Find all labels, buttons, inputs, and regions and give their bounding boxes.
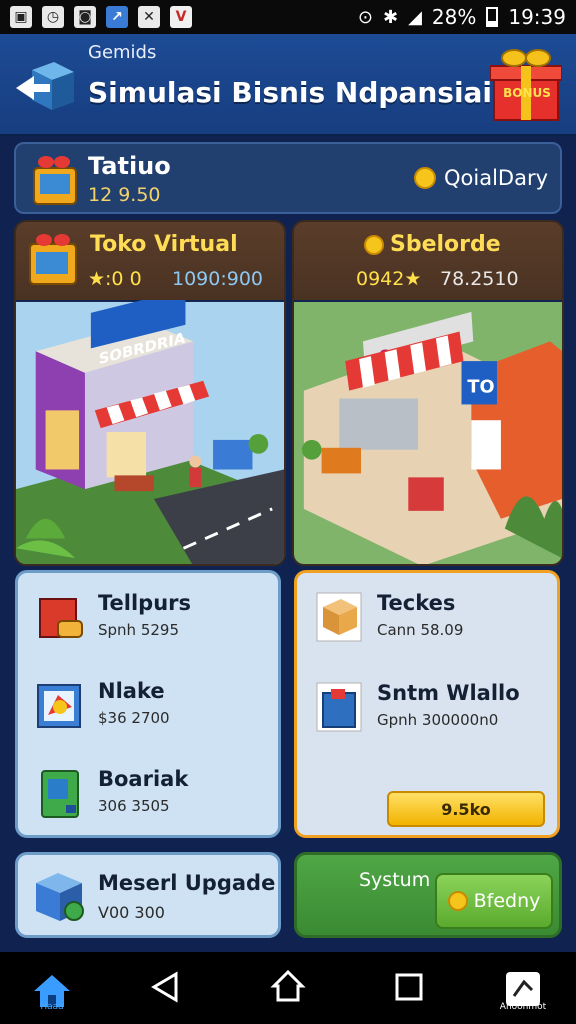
list-item[interactable]: Teckes Cann 58.09 <box>311 587 551 647</box>
status-bar: ▣ ◷ ◙ ↗ ✕ V ⊙ ✱ ◢ 28% 19:39 <box>0 0 576 34</box>
business-summary-panel[interactable]: Tatiuo 12 9.50 QoialDary <box>14 142 562 214</box>
store-stat: 78.2510 <box>440 268 519 290</box>
summary-value: 12 9.50 <box>88 184 161 206</box>
chart-icon: ↗ <box>106 6 128 28</box>
app-header: Gemids Simulasi Bisnis Ndpansiai BONUS <box>0 34 576 136</box>
coin-icon <box>364 234 384 255</box>
items-panel-left: Tellpurs Spnh 5295 Nlake $36 2700 Boaria… <box>15 570 281 838</box>
store-name: Sbelorde <box>390 232 501 257</box>
list-item[interactable]: Nlake $36 2700 <box>32 675 272 735</box>
home-tab-label: Haaa <box>40 1002 64 1012</box>
screenshot-icon: ▣ <box>10 6 32 28</box>
green-machine-icon <box>41 770 79 818</box>
clock-icon: ◷ <box>42 6 64 28</box>
list-item[interactable]: Boariak 306 3505 <box>32 763 272 823</box>
gift-label: BONUS <box>503 86 551 100</box>
v-app-icon: V <box>170 6 192 28</box>
clock-time: 19:39 <box>508 5 566 29</box>
upgrade-value: V00 300 <box>98 903 165 922</box>
alarm-icon: ⊙ <box>357 6 373 28</box>
store-card-sbelorde[interactable]: Sbelorde 0942★ 78.2510 TO OOO <box>292 220 564 566</box>
item-name: Sntm Wlallo <box>377 681 520 705</box>
cardboard-box-icon <box>316 592 362 642</box>
item-price: 306 3505 <box>98 797 170 815</box>
product-card-icon <box>37 684 81 728</box>
recent-apps-icon[interactable] <box>392 970 426 1004</box>
vibrate-icon: ✱ <box>382 6 399 28</box>
item-price: Spnh 5295 <box>98 621 179 639</box>
summary-name: Tatiuo <box>88 152 171 180</box>
summary-right-label: QoialDary <box>443 166 548 190</box>
store-name: Toko Virtual <box>90 232 238 257</box>
app-shortcut-label: Ahoonmot <box>499 1002 547 1012</box>
store-rating: ★:0 0 <box>88 268 142 290</box>
signal-icon: ◢ <box>408 6 422 28</box>
battery-icon <box>486 7 499 27</box>
item-name: Nlake <box>98 679 165 703</box>
items-panel-right: Teckes Cann 58.09 Sntm Wlallo Gpnh 30000… <box>294 570 560 838</box>
item-name: Boariak <box>98 767 189 791</box>
battery-percent: 28% <box>431 5 477 29</box>
home-nav-icon[interactable] <box>270 968 306 1004</box>
page-title: Simulasi Bisnis Ndpansiai <box>88 76 493 109</box>
list-item[interactable]: Sntm Wlallo Gpnh 300000n0 <box>311 677 551 737</box>
store-stat: 1090:900 <box>172 268 264 290</box>
list-item[interactable]: Tellpurs Spnh 5295 <box>32 587 272 647</box>
buy-button[interactable]: 9.5ko <box>387 791 545 827</box>
store-box-icon <box>29 234 77 285</box>
red-crate-icon <box>39 598 83 638</box>
header-subtitle: Gemids <box>88 42 157 63</box>
coin-icon <box>447 891 468 911</box>
system-button[interactable]: Bfedny <box>435 873 553 929</box>
upgrade-crate-icon <box>36 873 84 921</box>
item-price: Gpnh 300000n0 <box>377 711 499 729</box>
system-button-label: Bfedny <box>473 890 541 912</box>
app-icon: ✕ <box>138 6 160 28</box>
item-name: Teckes <box>377 591 456 615</box>
upgrade-panel[interactable]: Meserl Upgade V00 300 <box>15 852 281 938</box>
svg-text:TO: TO <box>467 378 494 398</box>
camera-icon: ◙ <box>74 6 96 28</box>
item-price: $36 2700 <box>98 709 170 727</box>
upgrade-name: Meserl Upgade <box>98 871 276 895</box>
store-illustration: TO OOO <box>294 301 562 564</box>
store-header: Sbelorde 0942★ 78.2510 <box>294 222 562 300</box>
store-card-toko-virtual[interactable]: Toko Virtual ★:0 0 1090:900 SOBRDRIA <box>14 220 286 566</box>
item-price: Cann 58.09 <box>377 621 464 639</box>
store-rating: 0942★ <box>356 268 422 290</box>
system-label: Systum <box>359 869 431 891</box>
store-illustration: SOBRDRIA <box>16 300 284 564</box>
system-panel: Systum Bfedny <box>294 852 562 938</box>
coin-icon <box>413 167 436 189</box>
blue-box-icon <box>316 682 362 732</box>
gift-icon[interactable] <box>490 44 562 124</box>
store-header: Toko Virtual ★:0 0 1090:900 <box>16 222 284 300</box>
treasure-box-icon <box>33 156 77 205</box>
navigation-bar: Haaa Ahoonmot <box>0 952 576 1024</box>
back-arrow-icon[interactable] <box>14 58 76 114</box>
back-nav-icon[interactable] <box>148 970 182 1004</box>
item-name: Tellpurs <box>98 591 192 615</box>
